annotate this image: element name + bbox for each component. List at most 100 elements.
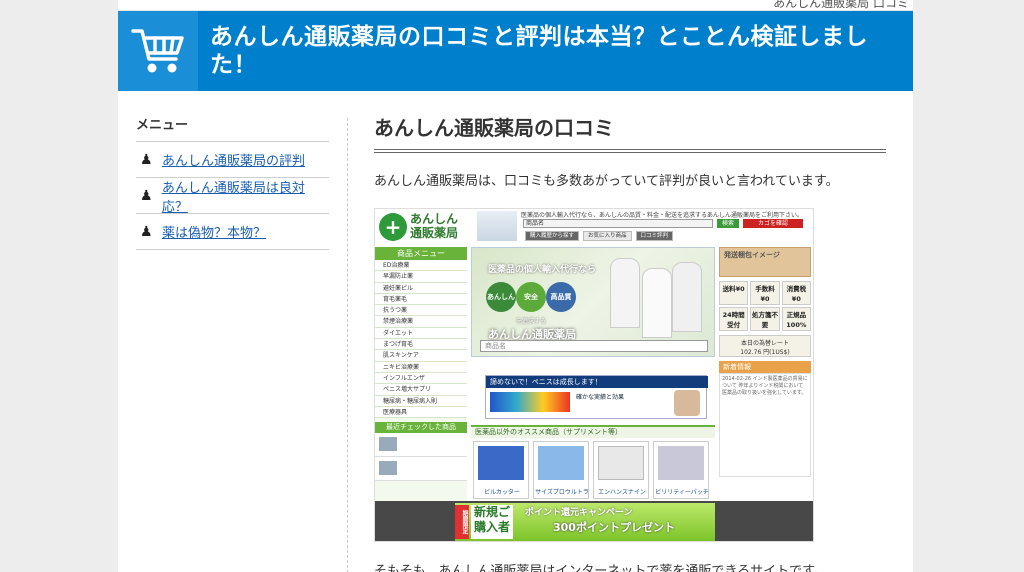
- shot-promo-graphic: [490, 392, 570, 412]
- top-breadcrumb-bar: あんしん通販薬局 口コミ: [118, 0, 913, 11]
- shot-left-menu: 商品メニュー ED治療薬 早漏防止薬 避妊薬ピル 育毛薬毛 抗うつ薬 禁煙治療薬…: [375, 247, 467, 541]
- shot-banner-search: 商品名: [480, 340, 708, 352]
- shot-campaign-banner: 期間限定 新規ご購入者 ポイント還元キャンペーン 300ポイントプレゼント: [375, 501, 813, 541]
- shot-menu-head: 商品メニュー: [375, 247, 467, 260]
- shot-feature-cell: 24時間受付: [719, 307, 749, 331]
- shot-tabs: 購入履歴から探す お気に入り商品 口コミ評判: [525, 231, 674, 241]
- shot-products: ビルカッター サイズプロウルトラ エンハンスナイン ビリリティーパッチ: [471, 441, 715, 501]
- shot-new-customer: 新規ご購入者: [471, 505, 513, 539]
- shot-campaign-title: ポイント還元キャンペーン: [525, 508, 633, 518]
- shot-cart-button: カゴを確認: [743, 219, 803, 228]
- shot-campaign-points: 300ポイントプレゼント: [553, 521, 675, 534]
- shot-product: サイズプロウルトラ: [533, 441, 589, 499]
- sidebar-item-label[interactable]: あんしん通販薬局の評判: [156, 150, 305, 169]
- sidebar-item-label[interactable]: 薬は偽物？本物？: [156, 222, 266, 241]
- shot-menu-item: 医療器具: [375, 406, 467, 419]
- sidebar-item-authenticity[interactable]: ♟ 薬は偽物？本物？: [136, 214, 329, 250]
- shot-menu-item: 禁煙治療薬: [375, 316, 467, 328]
- shot-feature-cell: 処方箋不要: [750, 307, 780, 331]
- main-content: あんしん通販薬局の口コミ あんしん通販薬局は、口コミも多数あがっていて評判が良い…: [374, 112, 886, 572]
- shot-tab: お気に入り商品: [583, 231, 632, 241]
- shot-menu-item: ED治療薬: [375, 260, 467, 272]
- shot-recent-item: [375, 433, 467, 458]
- shot-tab: 口コミ評判: [635, 231, 674, 241]
- shot-banner-badge: あんしん: [486, 282, 516, 312]
- shot-feature-cell: 消費税¥0: [781, 281, 811, 305]
- shot-rate-label: 本日の為替レート: [740, 340, 789, 347]
- product-image: [478, 446, 524, 480]
- shopping-cart-icon: [131, 29, 184, 73]
- site-title[interactable]: あんしん通販薬局の口コミと評判は本当？とことん検証しました！: [210, 23, 906, 79]
- column-divider: [347, 118, 348, 572]
- page: あんしん通販薬局 口コミ あんしん通販薬局の口コミと評判は本当？とことん検証しま…: [118, 0, 913, 572]
- shot-doctors-photo: [477, 211, 517, 241]
- shot-menu-item: インフルエンザ: [375, 372, 467, 385]
- shot-header: + あんしん 通販薬局 医薬品の個人輸入代行なら、あんしんの品質・料金・配送を追…: [375, 209, 813, 245]
- shot-limited-tag: 期間限定: [455, 505, 469, 539]
- shot-menu-item: ペニス増大サプリ: [375, 384, 467, 396]
- shot-menu-item: 肌スキンケア: [375, 350, 467, 362]
- shot-center: 医薬品の個人輸入代行なら あんしん 安全 高品質 を追求する あんしん通販薬局 …: [471, 247, 715, 541]
- shot-right-column: 発送梱包イメージ 送料¥0 手数料¥0 消費税¥0 24時間受付 処方箋不要 正…: [719, 247, 811, 541]
- shot-top-note: 医薬品の個人輸入代行なら、あんしんの品質・料金・配送を追求するあんしん通販薬局を…: [521, 212, 804, 219]
- site-header: あんしん通販薬局の口コミと評判は本当？とことん検証しました！: [118, 11, 913, 91]
- sidebar-item-reputation[interactable]: ♟ あんしん通販薬局の評判: [136, 142, 329, 178]
- shot-package-image: 発送梱包イメージ: [719, 247, 811, 277]
- shot-feature-cell: 送料¥0: [719, 281, 749, 305]
- shot-menu-item: 避妊薬ピル: [375, 282, 467, 294]
- breadcrumb[interactable]: あんしん通販薬局 口コミ: [773, 0, 909, 11]
- shot-feature-cell: 手数料¥0: [750, 281, 780, 305]
- shot-logo: + あんしん 通販薬局: [379, 211, 477, 243]
- shot-menu-item: ニキビ治療薬: [375, 361, 467, 373]
- product-image: [658, 446, 704, 480]
- shot-banner-heading: 医薬品の個人輸入代行なら: [488, 265, 597, 275]
- article-heading: あんしん通販薬局の口コミ: [374, 112, 886, 153]
- sidebar-item-service[interactable]: ♟ あんしん通販薬局は良対応？: [136, 177, 329, 215]
- sidebar-item-label[interactable]: あんしん通販薬局は良対応？: [156, 177, 329, 215]
- intro-paragraph: あんしん通販薬局は、口コミも多数あがっていて評判が良いと言われています。: [374, 174, 839, 189]
- shot-menu-item: 抗うつ薬: [375, 305, 467, 317]
- shot-exchange-rate: 本日の為替レート 102.76 円(1US$): [719, 335, 811, 357]
- shot-feature-cell: 正規品100%: [781, 307, 811, 331]
- shot-product: ビルカッター: [473, 441, 529, 499]
- sidebar: メニュー ♟ あんしん通販薬局の評判 ♟ あんしん通販薬局は良対応？ ♟ 薬は偽…: [136, 114, 329, 250]
- header-logo[interactable]: [118, 11, 198, 91]
- shot-search-field: 商品名: [523, 219, 713, 228]
- sidebar-heading: メニュー: [136, 114, 329, 142]
- shot-menu-item: 育毛薬毛: [375, 293, 467, 306]
- shot-banner-mission: を追求する: [516, 318, 547, 325]
- shot-menu-item: 糖尿病・糖尿病入則: [375, 395, 467, 407]
- shot-banner-badge: 安全: [516, 282, 546, 312]
- shot-menu-item: 早漏防止薬: [375, 271, 467, 283]
- shot-main-banner: 医薬品の個人輸入代行なら あんしん 安全 高品質 を追求する あんしん通販薬局 …: [471, 247, 715, 357]
- chess-pawn-icon: ♟: [140, 223, 153, 240]
- shot-recent-head: 最近チェックした商品: [375, 422, 467, 434]
- product-thumbnail: [379, 437, 397, 452]
- shot-product-name: エンハンスナイン: [598, 489, 646, 496]
- shot-news-heading: 新着情報: [719, 361, 811, 373]
- shot-product: ビリリティーパッチ: [653, 441, 709, 499]
- shot-menu-item: ダイエット: [375, 327, 467, 340]
- shot-logo-line2: 通販薬局: [410, 226, 459, 240]
- shot-rate-value: 102.76 円(1US$): [740, 349, 790, 356]
- site-screenshot-image: + あんしん 通販薬局 医薬品の個人輸入代行なら、あんしんの品質・料金・配送を追…: [374, 208, 814, 542]
- shot-tab: 購入履歴から探す: [525, 231, 580, 241]
- product-thumbnail: [379, 461, 397, 476]
- chess-pawn-icon: ♟: [140, 187, 153, 204]
- shot-news-text: 2014-02-26 インド製医薬品の貿易について 昨年よりインド税関において医…: [719, 373, 811, 477]
- shot-feature-grid: 送料¥0 手数料¥0 消費税¥0 24時間受付 処方箋不要 正規品100%: [719, 281, 811, 331]
- doctor-figure: [672, 262, 702, 332]
- shot-product: エンハンスナイン: [593, 441, 649, 499]
- shot-promo: 諦めないで！ペニスは成長します！ 確かな実績と効果: [485, 375, 708, 419]
- shot-promo-face: [674, 390, 700, 416]
- shot-recent-item: [375, 457, 467, 482]
- shot-others-heading: 医薬品以外のオススメ商品（サプリメント等）: [471, 425, 715, 438]
- shot-product-name: ビリリティーパッチ: [655, 489, 709, 496]
- shot-promo-heading: 諦めないで！ペニスは成長します！: [486, 376, 708, 388]
- shot-promo-text: 確かな実績と効果: [576, 394, 625, 401]
- shot-product-name: ビルカッター: [484, 489, 520, 496]
- product-image: [538, 446, 584, 480]
- product-image: [598, 446, 644, 480]
- shot-search-button: 検索: [717, 219, 739, 228]
- doctor-figure: [610, 258, 640, 328]
